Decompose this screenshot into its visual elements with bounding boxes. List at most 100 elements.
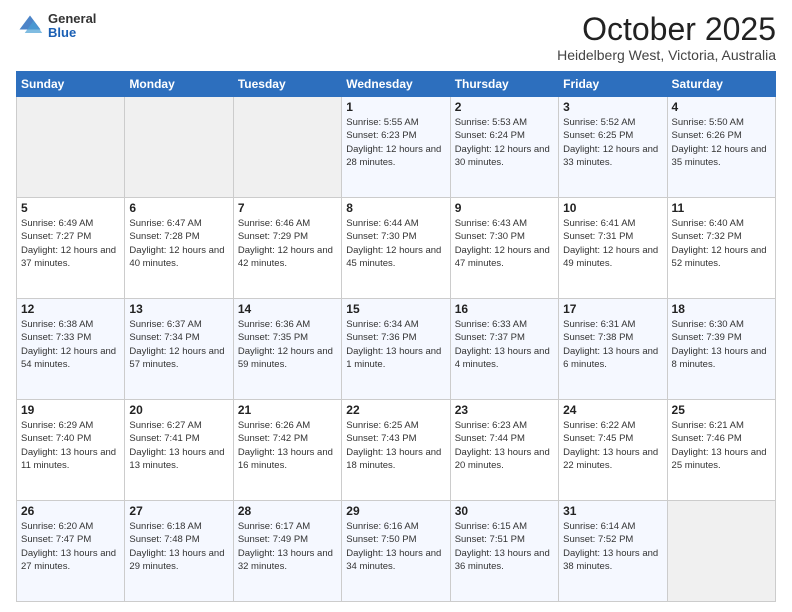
day-info: Sunrise: 6:33 AMSunset: 7:37 PMDaylight:… (455, 318, 554, 371)
calendar-container: General Blue October 2025 Heidelberg Wes… (0, 0, 792, 612)
day-info: Sunrise: 5:55 AMSunset: 6:23 PMDaylight:… (346, 116, 445, 169)
day-info: Sunrise: 6:17 AMSunset: 7:49 PMDaylight:… (238, 520, 337, 573)
day-cell-7: 7Sunrise: 6:46 AMSunset: 7:29 PMDaylight… (233, 198, 341, 299)
day-number: 16 (455, 302, 554, 316)
day-cell-3: 3 Sunrise: 5:52 AMSunset: 6:25 PMDaylight… (559, 97, 667, 198)
day-number: 6 (129, 201, 228, 215)
day-number: 31 (563, 504, 662, 518)
day-number: 26 (21, 504, 120, 518)
logo: General Blue (16, 12, 96, 41)
day-info: Sunrise: 5:50 AMSunset: 6:26 PMDaylight:… (672, 116, 771, 169)
day-info: Sunrise: 6:27 AMSunset: 7:41 PMDaylight:… (129, 419, 228, 472)
day-number: 25 (672, 403, 771, 417)
day-info: Sunrise: 6:41 AMSunset: 7:31 PMDaylight:… (563, 217, 662, 270)
day-info: Sunrise: 6:37 AMSunset: 7:34 PMDaylight:… (129, 318, 228, 371)
weekday-header-row: SundayMondayTuesdayWednesdayThursdayFrid… (17, 72, 776, 97)
day-cell-28: 28 Sunrise: 6:17 AMSunset: 7:49 PMDayligh… (233, 501, 341, 602)
day-cell-20: 20 Sunrise: 6:27 AMSunset: 7:41 PMDayligh… (125, 400, 233, 501)
day-number: 10 (563, 201, 662, 215)
day-info: Sunrise: 6:15 AMSunset: 7:51 PMDaylight:… (455, 520, 554, 573)
day-number: 21 (238, 403, 337, 417)
day-cell-empty (125, 97, 233, 198)
calendar-table: SundayMondayTuesdayWednesdayThursdayFrid… (16, 71, 776, 602)
header: General Blue October 2025 Heidelberg Wes… (16, 12, 776, 63)
day-cell-12: 12Sunrise: 6:38 AMSunset: 7:33 PMDayligh… (17, 299, 125, 400)
day-number: 11 (672, 201, 771, 215)
day-info: Sunrise: 6:23 AMSunset: 7:44 PMDaylight:… (455, 419, 554, 472)
logo-blue: Blue (48, 26, 96, 40)
day-cell-11: 11 Sunrise: 6:40 AMSunset: 7:32 PMDayligh… (667, 198, 775, 299)
day-number: 8 (346, 201, 445, 215)
day-info: Sunrise: 6:36 AMSunset: 7:35 PMDaylight:… (238, 318, 337, 371)
day-cell-26: 26 Sunrise: 6:20 AMSunset: 7:47 PMDayligh… (17, 501, 125, 602)
day-number: 20 (129, 403, 228, 417)
day-info: Sunrise: 6:47 AMSunset: 7:28 PMDaylight:… (129, 217, 228, 270)
day-number: 29 (346, 504, 445, 518)
day-number: 13 (129, 302, 228, 316)
day-cell-4: 4 Sunrise: 5:50 AMSunset: 6:26 PMDaylight… (667, 97, 775, 198)
day-cell-29: 29 Sunrise: 6:16 AMSunset: 7:50 PMDayligh… (342, 501, 450, 602)
logo-text: General Blue (48, 12, 96, 41)
day-number: 1 (346, 100, 445, 114)
day-info: Sunrise: 6:26 AMSunset: 7:42 PMDaylight:… (238, 419, 337, 472)
day-info: Sunrise: 6:34 AMSunset: 7:36 PMDaylight:… (346, 318, 445, 371)
day-info: Sunrise: 6:43 AMSunset: 7:30 PMDaylight:… (455, 217, 554, 270)
day-info: Sunrise: 6:38 AMSunset: 7:33 PMDaylight:… (21, 318, 120, 371)
day-cell-14: 14 Sunrise: 6:36 AMSunset: 7:35 PMDayligh… (233, 299, 341, 400)
day-number: 9 (455, 201, 554, 215)
day-cell-23: 23 Sunrise: 6:23 AMSunset: 7:44 PMDayligh… (450, 400, 558, 501)
day-number: 30 (455, 504, 554, 518)
day-number: 28 (238, 504, 337, 518)
weekday-tuesday: Tuesday (233, 72, 341, 97)
day-number: 22 (346, 403, 445, 417)
day-cell-8: 8Sunrise: 6:44 AMSunset: 7:30 PMDaylight… (342, 198, 450, 299)
week-row-4: 19 Sunrise: 6:29 AMSunset: 7:40 PMDayligh… (17, 400, 776, 501)
day-number: 4 (672, 100, 771, 114)
day-cell-27: 27Sunrise: 6:18 AMSunset: 7:48 PMDayligh… (125, 501, 233, 602)
day-number: 5 (21, 201, 120, 215)
day-cell-1: 1 Sunrise: 5:55 AMSunset: 6:23 PMDaylight… (342, 97, 450, 198)
day-info: Sunrise: 5:52 AMSunset: 6:25 PMDaylight:… (563, 116, 662, 169)
day-number: 3 (563, 100, 662, 114)
day-info: Sunrise: 6:49 AMSunset: 7:27 PMDaylight:… (21, 217, 120, 270)
day-cell-31: 31 Sunrise: 6:14 AMSunset: 7:52 PMDayligh… (559, 501, 667, 602)
day-info: Sunrise: 6:18 AMSunset: 7:48 PMDaylight:… (129, 520, 228, 573)
day-cell-18: 18Sunrise: 6:30 AMSunset: 7:39 PMDayligh… (667, 299, 775, 400)
day-cell-9: 9 Sunrise: 6:43 AMSunset: 7:30 PMDaylight… (450, 198, 558, 299)
day-number: 24 (563, 403, 662, 417)
day-number: 7 (238, 201, 337, 215)
day-cell-6: 6 Sunrise: 6:47 AMSunset: 7:28 PMDaylight… (125, 198, 233, 299)
logo-general: General (48, 12, 96, 26)
day-cell-empty (667, 501, 775, 602)
day-info: Sunrise: 5:53 AMSunset: 6:24 PMDaylight:… (455, 116, 554, 169)
day-cell-24: 24Sunrise: 6:22 AMSunset: 7:45 PMDayligh… (559, 400, 667, 501)
day-cell-30: 30 Sunrise: 6:15 AMSunset: 7:51 PMDayligh… (450, 501, 558, 602)
weekday-friday: Friday (559, 72, 667, 97)
day-info: Sunrise: 6:20 AMSunset: 7:47 PMDaylight:… (21, 520, 120, 573)
month-title: October 2025 (557, 12, 776, 47)
day-number: 17 (563, 302, 662, 316)
weekday-saturday: Saturday (667, 72, 775, 97)
day-number: 19 (21, 403, 120, 417)
day-info: Sunrise: 6:40 AMSunset: 7:32 PMDaylight:… (672, 217, 771, 270)
day-cell-13: 13 Sunrise: 6:37 AMSunset: 7:34 PMDayligh… (125, 299, 233, 400)
day-number: 15 (346, 302, 445, 316)
week-row-3: 12Sunrise: 6:38 AMSunset: 7:33 PMDayligh… (17, 299, 776, 400)
day-info: Sunrise: 6:29 AMSunset: 7:40 PMDaylight:… (21, 419, 120, 472)
day-cell-17: 17Sunrise: 6:31 AMSunset: 7:38 PMDayligh… (559, 299, 667, 400)
day-cell-empty (17, 97, 125, 198)
day-info: Sunrise: 6:16 AMSunset: 7:50 PMDaylight:… (346, 520, 445, 573)
day-number: 23 (455, 403, 554, 417)
day-number: 14 (238, 302, 337, 316)
day-cell-2: 2 Sunrise: 5:53 AMSunset: 6:24 PMDaylight… (450, 97, 558, 198)
day-info: Sunrise: 6:14 AMSunset: 7:52 PMDaylight:… (563, 520, 662, 573)
day-cell-16: 16 Sunrise: 6:33 AMSunset: 7:37 PMDayligh… (450, 299, 558, 400)
weekday-thursday: Thursday (450, 72, 558, 97)
day-cell-5: 5 Sunrise: 6:49 AMSunset: 7:27 PMDaylight… (17, 198, 125, 299)
week-row-2: 5 Sunrise: 6:49 AMSunset: 7:27 PMDaylight… (17, 198, 776, 299)
day-info: Sunrise: 6:21 AMSunset: 7:46 PMDaylight:… (672, 419, 771, 472)
day-cell-19: 19 Sunrise: 6:29 AMSunset: 7:40 PMDayligh… (17, 400, 125, 501)
day-number: 2 (455, 100, 554, 114)
day-number: 18 (672, 302, 771, 316)
day-cell-empty (233, 97, 341, 198)
